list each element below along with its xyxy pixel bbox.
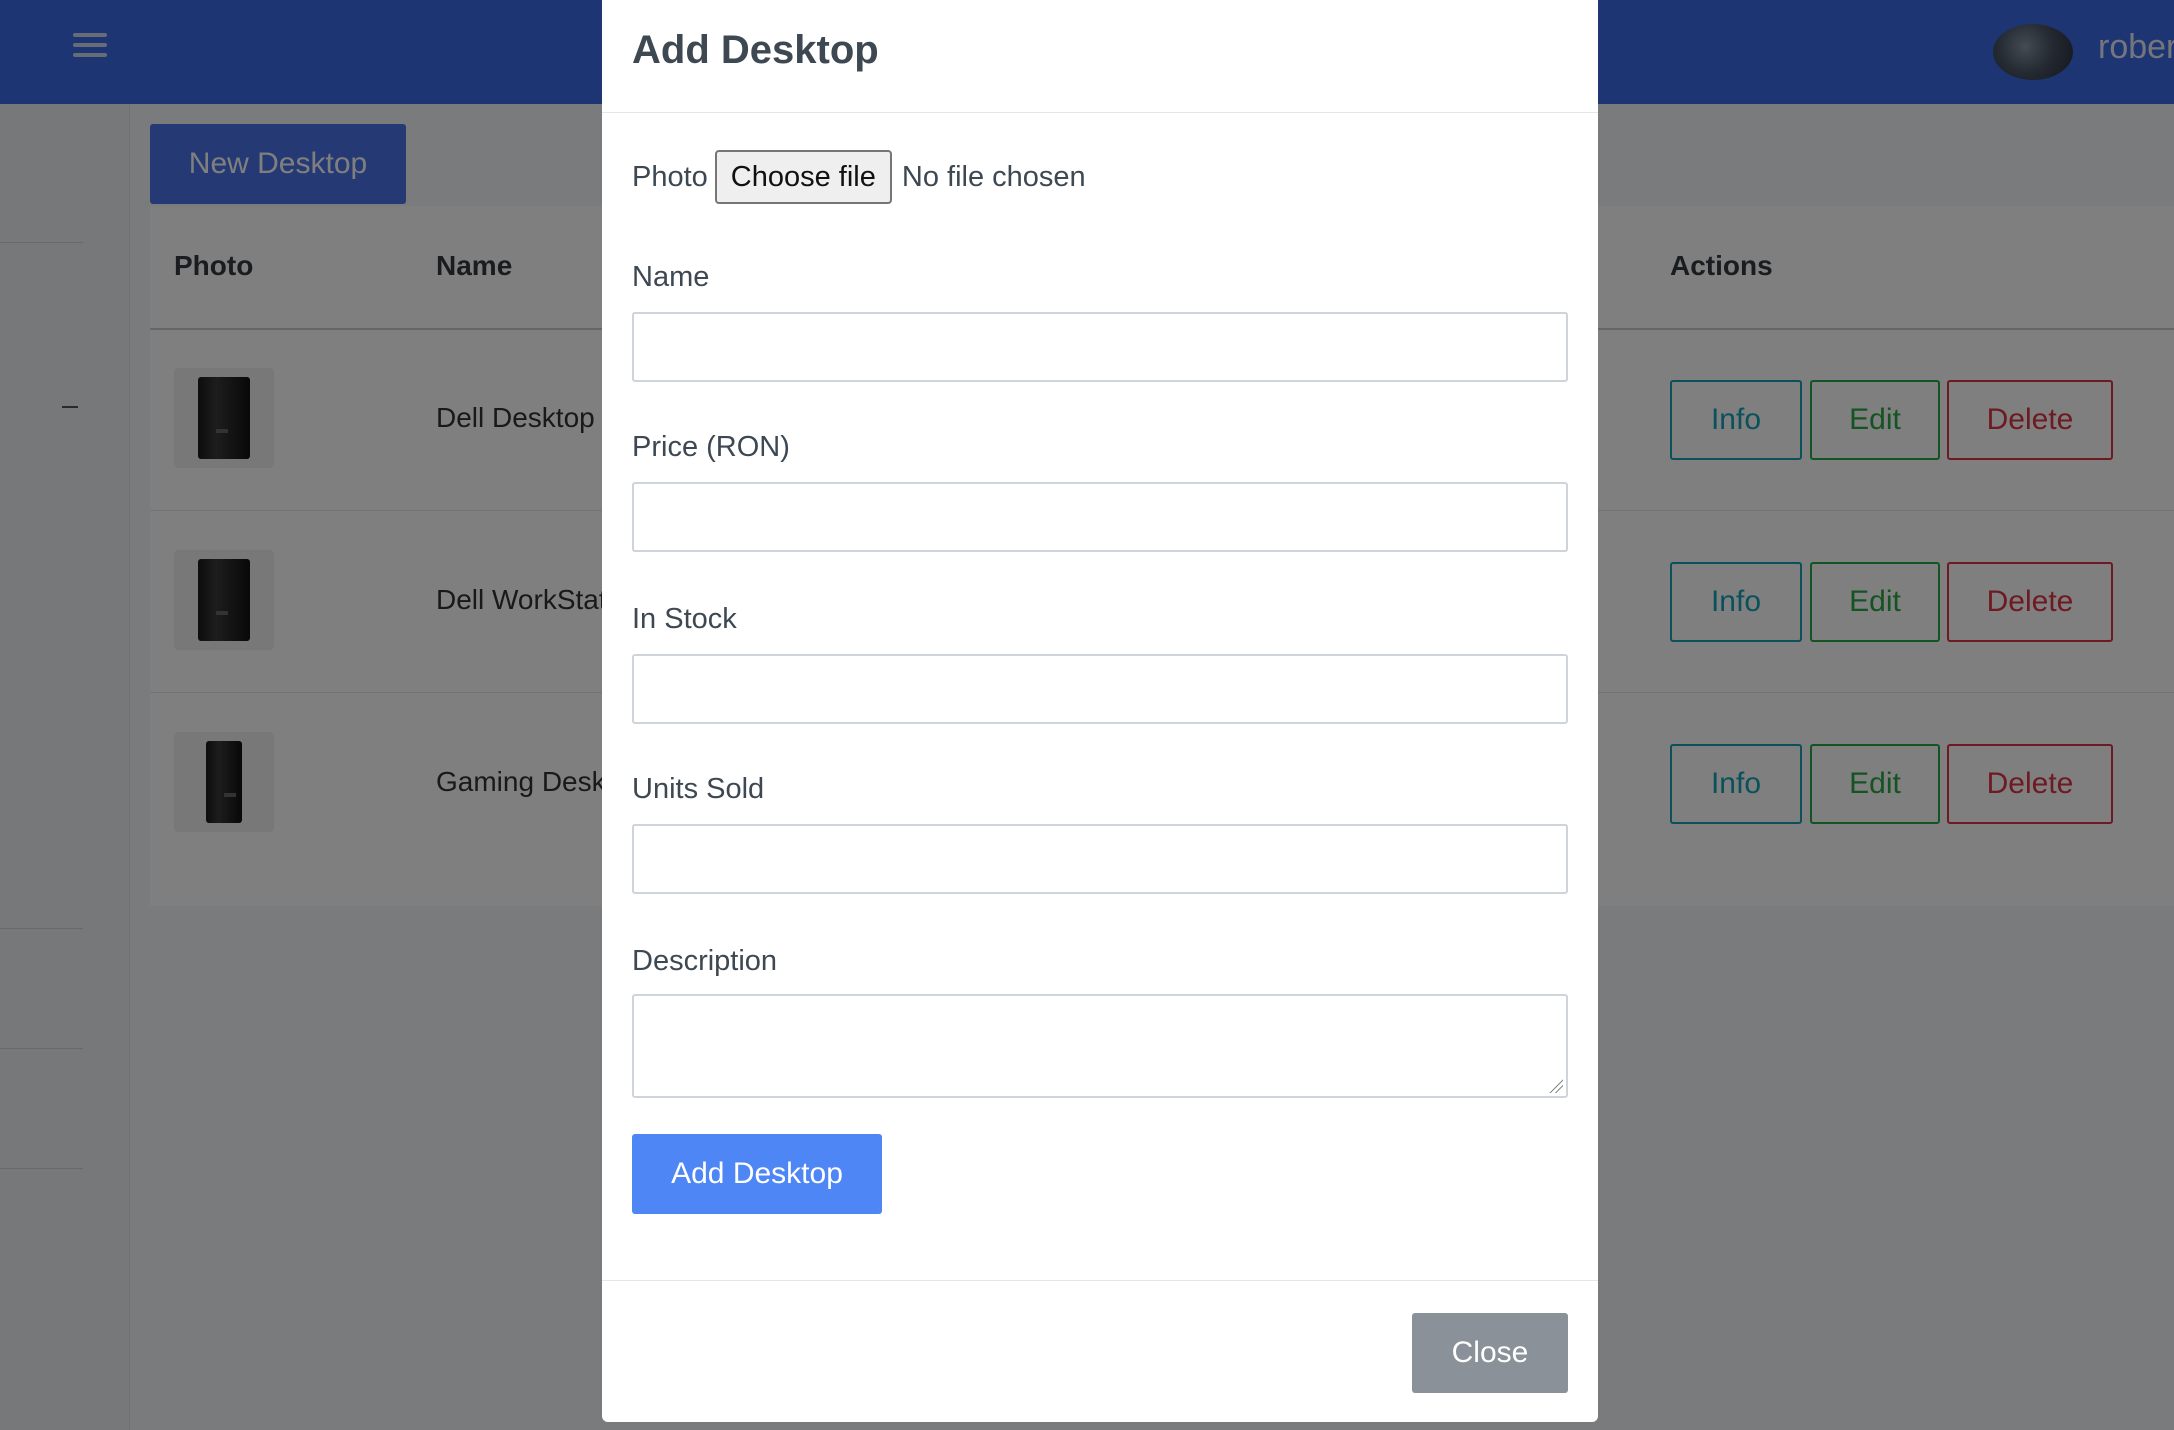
modal-footer: Close [602, 1280, 1598, 1422]
photo-row: Photo Choose file No file chosen [632, 150, 1086, 204]
modal-title: Add Desktop [632, 28, 879, 72]
close-button[interactable]: Close [1412, 1313, 1568, 1393]
units-sold-field[interactable] [632, 824, 1568, 894]
units-sold-label: Units Sold [632, 773, 765, 805]
price-label: Price (RON) [632, 431, 790, 463]
name-label: Name [632, 261, 710, 293]
in-stock-label: In Stock [632, 603, 737, 635]
modal-header: Add Desktop [602, 0, 1598, 113]
add-desktop-submit-button[interactable]: Add Desktop [632, 1134, 882, 1214]
resize-handle-icon[interactable] [1549, 1079, 1563, 1093]
file-status: No file chosen [901, 160, 1086, 193]
description-label: Description [632, 945, 778, 977]
add-desktop-modal: Add Desktop Photo Choose file No file ch… [602, 0, 1598, 1422]
photo-label: Photo [632, 160, 708, 193]
choose-file-button[interactable]: Choose file [714, 150, 892, 204]
price-field[interactable] [632, 482, 1568, 552]
description-textarea[interactable] [632, 994, 1568, 1098]
name-field[interactable] [632, 312, 1568, 382]
in-stock-field[interactable] [632, 654, 1568, 724]
